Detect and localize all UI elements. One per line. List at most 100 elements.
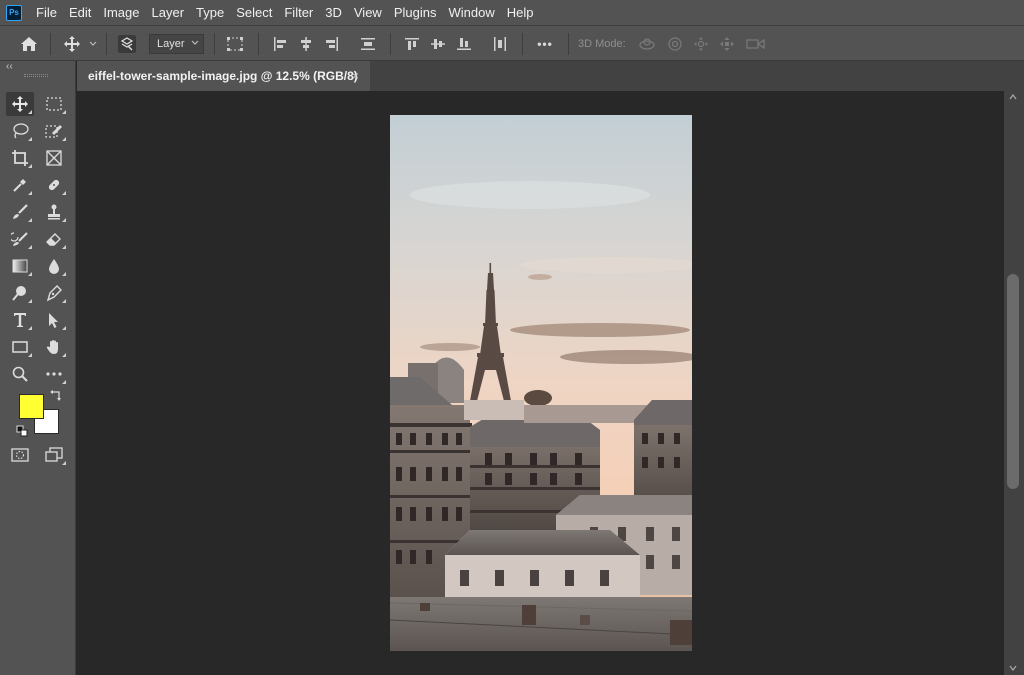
default-colors-icon[interactable] [14, 424, 30, 438]
menu-file[interactable]: File [30, 0, 63, 25]
align-right-icon[interactable] [322, 26, 342, 62]
brush-tool-button[interactable] [6, 200, 34, 224]
eyedropper-tool-button[interactable] [6, 173, 34, 197]
gradient-tool-button[interactable] [6, 254, 34, 278]
panel-grip[interactable] [24, 74, 48, 77]
show-transform-controls-icon[interactable] [224, 26, 246, 62]
document-canvas-image[interactable] [390, 115, 692, 651]
gradient-icon [12, 259, 28, 273]
hand-icon [46, 340, 58, 354]
drop-icon [49, 259, 59, 274]
screen-mode-icon [45, 447, 63, 462]
clone-stamp-tool-button[interactable] [40, 200, 68, 224]
spot-healing-brush-tool-button[interactable] [40, 173, 68, 197]
arrow-cursor-icon [49, 313, 58, 328]
document-tab-bar: eiffel-tower-sample-image.jpg @ 12.5% (R… [77, 61, 1024, 91]
close-document-icon[interactable]: × [352, 69, 359, 83]
options-bar: Layer ••• 3D Mode: [0, 25, 1024, 61]
3d-pan-icon [690, 26, 712, 62]
history-brush-tool-button[interactable] [6, 227, 34, 251]
menu-edit[interactable]: Edit [63, 0, 97, 25]
3d-slide-icon [716, 26, 738, 62]
menu-type[interactable]: Type [190, 0, 230, 25]
align-bottom-icon[interactable] [454, 26, 474, 62]
healing-bandage-icon [48, 179, 60, 191]
auto-select-target-dropdown[interactable]: Layer [149, 34, 204, 54]
menu-bar: Ps File Edit Image Layer Type Select Fil… [0, 0, 1024, 25]
eiffel-tower-photo [390, 115, 692, 651]
zoom-tool-button[interactable] [6, 362, 34, 386]
type-icon [14, 313, 26, 327]
menu-view[interactable]: View [348, 0, 388, 25]
frame-tool-button[interactable] [40, 146, 68, 170]
object-selection-icon [45, 125, 62, 138]
document-tab[interactable]: eiffel-tower-sample-image.jpg @ 12.5% (R… [77, 61, 370, 91]
distribute-horizontal-icon[interactable] [490, 26, 510, 62]
align-left-icon[interactable] [270, 26, 290, 62]
auto-select-layers-icon[interactable] [114, 26, 140, 62]
magnifier-icon [12, 366, 28, 382]
marquee-icon [46, 97, 62, 111]
document-tab-title: eiffel-tower-sample-image.jpg @ 12.5% (R… [88, 69, 358, 83]
object-selection-tool-button[interactable] [40, 119, 68, 143]
edit-toolbar-button[interactable] [40, 362, 68, 386]
canvas-area[interactable] [77, 91, 1004, 675]
move-tool-icon[interactable] [60, 26, 84, 62]
photoshop-logo-icon[interactable]: Ps [6, 4, 22, 21]
frame-icon [46, 150, 62, 166]
pen-icon [46, 285, 62, 302]
blur-tool-button[interactable] [40, 254, 68, 278]
tool-preset-chevron-down-icon[interactable] [87, 26, 99, 62]
scrollbar-thumb[interactable] [1007, 274, 1019, 489]
menu-select[interactable]: Select [230, 0, 278, 25]
3d-scale-camera-icon [744, 26, 768, 62]
dodge-icon [12, 286, 26, 301]
quick-mask-icon [11, 448, 29, 462]
move-tool-button[interactable] [6, 92, 34, 116]
path-selection-tool-button[interactable] [40, 308, 68, 332]
menu-3d[interactable]: 3D [319, 0, 348, 25]
lasso-tool-button[interactable] [6, 119, 34, 143]
crop-tool-button[interactable] [6, 146, 34, 170]
eraser-tool-button[interactable] [40, 227, 68, 251]
distribute-vertical-icon[interactable] [358, 26, 378, 62]
rectangle-tool-button[interactable] [6, 335, 34, 359]
align-vertical-center-icon[interactable] [428, 26, 448, 62]
pen-tool-button[interactable] [40, 281, 68, 305]
align-top-icon[interactable] [402, 26, 422, 62]
collapse-panel-icon[interactable]: ‹‹ [6, 61, 13, 72]
lasso-icon [13, 123, 29, 139]
type-tool-button[interactable] [6, 308, 34, 332]
scroll-up-arrow-icon[interactable] [1009, 93, 1017, 102]
3d-mode-label: 3D Mode: [578, 38, 626, 50]
swap-colors-icon[interactable] [48, 388, 64, 402]
home-icon[interactable] [18, 26, 40, 62]
tools-panel: ‹‹ [0, 61, 76, 675]
quick-mask-mode-button[interactable] [6, 443, 34, 467]
menu-filter[interactable]: Filter [278, 0, 319, 25]
foreground-color-swatch[interactable] [19, 394, 44, 419]
eyedropper-icon [13, 179, 26, 192]
dodge-tool-button[interactable] [6, 281, 34, 305]
vertical-scrollbar[interactable] [1004, 91, 1024, 675]
scroll-down-arrow-icon[interactable] [1009, 664, 1017, 673]
rectangle-icon [12, 341, 28, 353]
hand-tool-button[interactable] [40, 335, 68, 359]
align-horizontal-center-icon[interactable] [296, 26, 316, 62]
crop-icon [12, 150, 28, 166]
screen-mode-button[interactable] [40, 443, 68, 467]
history-brush-icon [11, 232, 28, 246]
menu-layer[interactable]: Layer [146, 0, 191, 25]
auto-select-target-label: Layer [157, 38, 185, 50]
menu-image[interactable]: Image [97, 0, 145, 25]
eraser-icon [46, 233, 61, 246]
more-options-icon[interactable]: ••• [532, 26, 558, 62]
chevron-down-icon [191, 38, 199, 48]
move-icon [12, 96, 28, 112]
menu-window[interactable]: Window [442, 0, 500, 25]
menu-plugins[interactable]: Plugins [388, 0, 443, 25]
rectangular-marquee-tool-button[interactable] [40, 92, 68, 116]
3d-roll-icon [664, 26, 686, 62]
menu-help[interactable]: Help [501, 0, 540, 25]
brush-icon [13, 204, 28, 219]
